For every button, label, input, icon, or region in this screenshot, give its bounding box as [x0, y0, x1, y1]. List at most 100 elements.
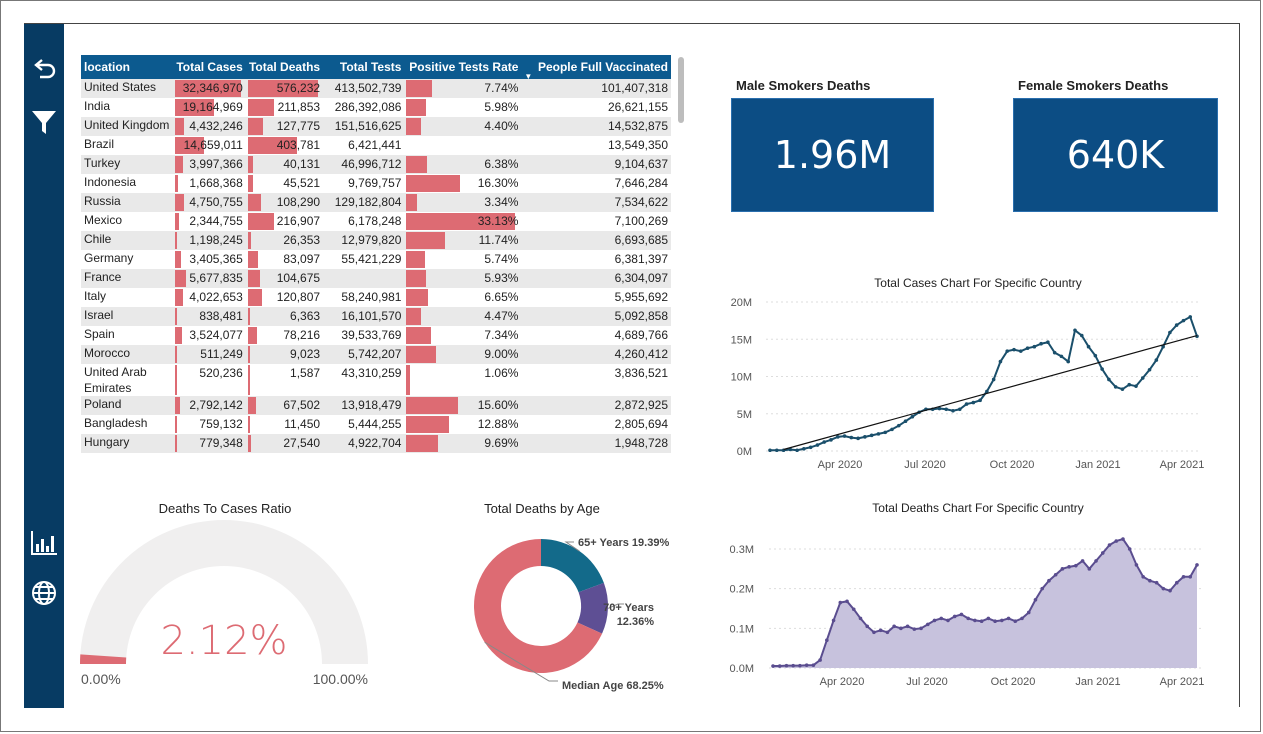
- data-point[interactable]: [1181, 318, 1186, 323]
- column-header-location[interactable]: location: [81, 55, 173, 79]
- data-point[interactable]: [795, 448, 799, 453]
- data-point[interactable]: [925, 622, 930, 627]
- table-row[interactable]: United Arab Emirates 520,236 1,587 43,310,2…: [81, 364, 671, 396]
- data-point[interactable]: [1168, 330, 1172, 335]
- data-point[interactable]: [957, 407, 962, 412]
- data-point[interactable]: [808, 445, 813, 450]
- data-point[interactable]: [802, 446, 806, 451]
- data-point[interactable]: [825, 638, 829, 643]
- table-row[interactable]: Russia 4,750,755 108,290 129,182,804 3.34% 7,…: [81, 193, 671, 212]
- data-point[interactable]: [851, 607, 856, 612]
- data-point[interactable]: [952, 614, 957, 619]
- data-point[interactable]: [869, 433, 874, 438]
- bar-chart-icon[interactable]: [24, 526, 64, 560]
- data-point[interactable]: [815, 443, 820, 447]
- data-point[interactable]: [1005, 349, 1010, 353]
- data-point[interactable]: [1140, 376, 1145, 380]
- data-point[interactable]: [1047, 578, 1051, 583]
- data-point[interactable]: [1107, 543, 1112, 547]
- data-point[interactable]: [856, 436, 860, 441]
- data-point[interactable]: [1127, 382, 1132, 387]
- data-point[interactable]: [1039, 341, 1043, 346]
- data-point[interactable]: [896, 423, 901, 428]
- table-row[interactable]: Chile 1,198,245 26,353 12,979,820 11.74% 6,69…: [81, 231, 671, 250]
- data-point[interactable]: [1086, 344, 1091, 349]
- table-row[interactable]: United States 32,346,970 576,232 413,502,73…: [81, 79, 671, 98]
- table-row[interactable]: Italy 4,022,653 120,807 58,240,981 6.65% 5,95…: [81, 288, 671, 307]
- data-point[interactable]: [768, 448, 772, 453]
- data-point[interactable]: [842, 434, 847, 438]
- data-point[interactable]: [774, 448, 779, 453]
- data-point[interactable]: [858, 616, 863, 621]
- data-point[interactable]: [1134, 563, 1139, 567]
- data-point[interactable]: [1067, 565, 1071, 569]
- data-point[interactable]: [1033, 597, 1038, 602]
- data-point[interactable]: [1026, 610, 1031, 615]
- data-point[interactable]: [1079, 333, 1084, 338]
- data-point[interactable]: [1025, 346, 1030, 350]
- data-point[interactable]: [1121, 537, 1125, 541]
- data-point[interactable]: [1087, 567, 1092, 571]
- data-point[interactable]: [849, 435, 854, 440]
- data-point[interactable]: [1195, 563, 1199, 567]
- table-row[interactable]: India 19,164,969 211,853 286,392,086 5.98% 26…: [81, 98, 671, 117]
- data-point[interactable]: [979, 619, 984, 623]
- data-point[interactable]: [804, 663, 809, 668]
- table-row[interactable]: Mexico 2,344,755 216,907 6,178,248 33.13% 7,1…: [81, 212, 671, 231]
- back-arrow-icon[interactable]: [24, 54, 64, 84]
- table-row[interactable]: Brazil 14,659,011 403,781 6,421,441 13,549,3…: [81, 136, 671, 155]
- data-point[interactable]: [939, 616, 944, 621]
- column-header-positive-rate[interactable]: Positive Tests Rate: [404, 55, 522, 79]
- table-row[interactable]: Bangladesh 759,132 11,450 5,444,255 12.88% 2,…: [81, 415, 671, 434]
- data-point[interactable]: [1188, 574, 1193, 579]
- data-point[interactable]: [1046, 340, 1050, 345]
- table-row[interactable]: Morocco 511,249 9,023 5,742,207 9.00% 4,260,4…: [81, 345, 671, 364]
- data-point[interactable]: [973, 618, 977, 623]
- data-point[interactable]: [865, 624, 870, 629]
- table-row[interactable]: Spain 3,524,077 78,216 39,533,769 7.34% 4,689…: [81, 326, 671, 345]
- data-point[interactable]: [835, 435, 840, 439]
- table-row[interactable]: Turkey 3,997,366 40,131 46,996,712 6.38% 9,10…: [81, 155, 671, 174]
- data-point[interactable]: [1147, 367, 1152, 372]
- data-point[interactable]: [885, 630, 890, 635]
- data-point[interactable]: [1154, 580, 1159, 585]
- column-header-total-cases[interactable]: Total Cases: [172, 55, 246, 79]
- data-point[interactable]: [1066, 359, 1071, 364]
- data-point[interactable]: [1107, 377, 1111, 382]
- data-point[interactable]: [892, 624, 896, 629]
- data-point[interactable]: [986, 616, 991, 621]
- column-header-total-deaths[interactable]: Total Deaths: [245, 55, 324, 79]
- table-scrollbar[interactable]: [678, 57, 684, 123]
- data-point[interactable]: [1020, 616, 1024, 621]
- data-point[interactable]: [777, 664, 782, 668]
- data-point[interactable]: [1141, 574, 1145, 579]
- data-point[interactable]: [1161, 586, 1166, 591]
- data-point[interactable]: [1100, 551, 1105, 555]
- data-point[interactable]: [1012, 347, 1016, 352]
- data-point[interactable]: [1073, 328, 1077, 333]
- data-point[interactable]: [1040, 586, 1045, 591]
- data-point[interactable]: [1174, 323, 1179, 327]
- data-point[interactable]: [811, 663, 816, 668]
- data-point[interactable]: [1154, 358, 1159, 362]
- data-point[interactable]: [912, 627, 917, 631]
- data-point[interactable]: [1175, 580, 1179, 585]
- data-point[interactable]: [1060, 567, 1065, 571]
- data-point[interactable]: [951, 408, 955, 413]
- data-point[interactable]: [1094, 559, 1098, 563]
- data-point[interactable]: [1080, 559, 1085, 563]
- table-row[interactable]: Israel 838,481 6,363 16,101,570 4.47% 5,092,8…: [81, 307, 671, 326]
- data-point[interactable]: [998, 359, 1003, 364]
- data-point[interactable]: [1018, 349, 1023, 353]
- data-point[interactable]: [771, 664, 775, 668]
- data-point[interactable]: [1134, 384, 1138, 388]
- data-point[interactable]: [959, 612, 964, 617]
- data-point[interactable]: [818, 658, 822, 662]
- data-point[interactable]: [905, 624, 910, 629]
- table-row[interactable]: Indonesia 1,668,368 45,521 9,769,757 16.30% 7…: [81, 174, 671, 193]
- data-point[interactable]: [838, 600, 843, 605]
- data-point[interactable]: [1006, 616, 1011, 621]
- globe-icon[interactable]: [24, 576, 64, 610]
- table-row[interactable]: United Kingdom 4,432,246 127,775 151,516,62…: [81, 117, 671, 136]
- data-point[interactable]: [1188, 315, 1193, 319]
